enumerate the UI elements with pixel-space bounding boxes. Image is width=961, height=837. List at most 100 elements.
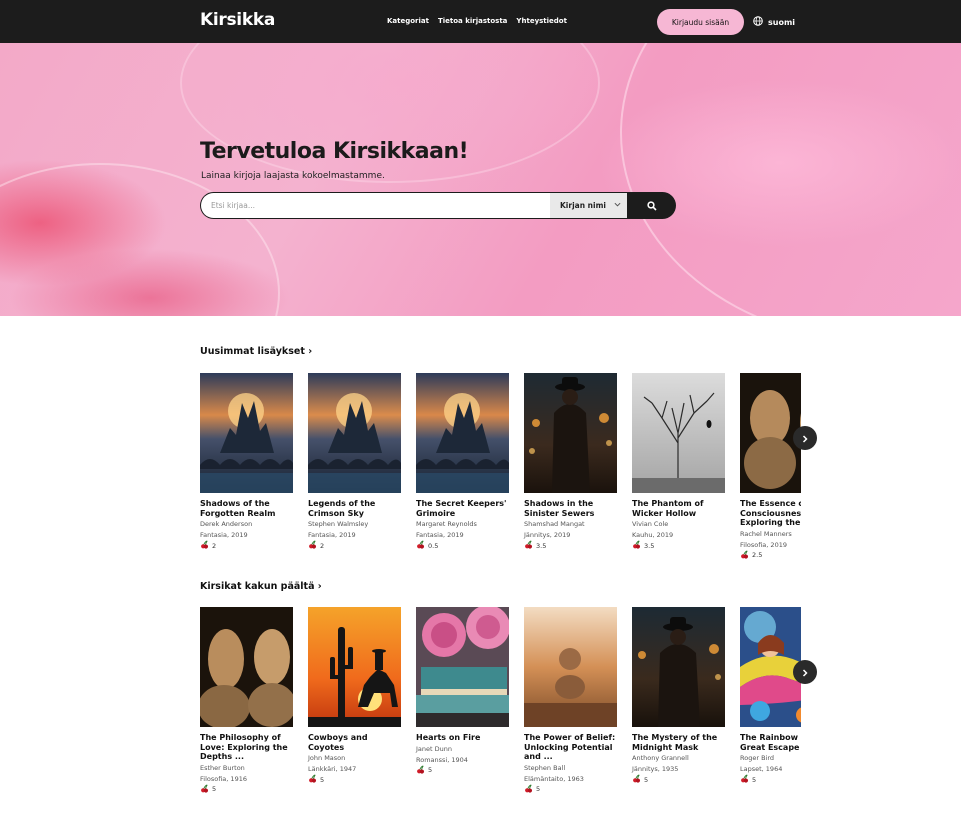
- book-rating: 2: [308, 540, 401, 552]
- book-author: Esther Burton: [200, 763, 245, 772]
- rating-value: 2: [320, 541, 325, 550]
- rating-value: 3.5: [644, 541, 655, 550]
- cherry-icon: [740, 774, 749, 786]
- book-cover[interactable]: [200, 373, 293, 493]
- globe-icon: [753, 16, 763, 28]
- book-cover[interactable]: [632, 607, 725, 727]
- book-author: Janet Dunn: [416, 744, 452, 753]
- book-title[interactable]: Hearts on Fire: [416, 733, 509, 743]
- book-title[interactable]: Cowboys and Coyotes: [308, 733, 401, 752]
- book-author: Stephen Ball: [524, 763, 566, 772]
- book-card[interactable]: Shadows of the Forgotten Realm Derek And…: [200, 373, 293, 552]
- book-card[interactable]: The Philosophy of Love: Exploring the De…: [200, 607, 293, 796]
- book-cover[interactable]: [200, 607, 293, 727]
- search-bar: Kirjan nimi: [200, 192, 676, 219]
- book-genre-year: Filosofia, 1916: [200, 774, 247, 783]
- book-cover[interactable]: [632, 373, 725, 493]
- book-genre-year: Filosofia, 2019: [740, 540, 787, 549]
- book-cover[interactable]: [416, 373, 509, 493]
- cherry-icon: [632, 774, 641, 786]
- book-rating: 5: [524, 783, 617, 796]
- book-author: Anthony Grannell: [632, 754, 689, 762]
- book-cover[interactable]: [524, 607, 617, 727]
- book-rating: 3.5: [632, 540, 725, 552]
- search-icon: [646, 196, 657, 215]
- cherry-icon: [308, 774, 317, 786]
- chevron-down-icon: [614, 201, 621, 210]
- book-carousel-newest: Shadows of the Forgotten Realm Derek And…: [200, 373, 801, 603]
- main-nav: Kategoriat Tietoa kirjastosta Yhteystied…: [387, 17, 567, 25]
- nav-link-about[interactable]: Tietoa kirjastosta: [438, 17, 507, 25]
- book-genre-year: Fantasia, 2019: [308, 531, 356, 539]
- search-button[interactable]: [627, 192, 676, 219]
- book-title[interactable]: Legends of the Crimson Sky: [308, 499, 401, 518]
- book-card[interactable]: Shadows in the Sinister Sewers Shamshad …: [524, 373, 617, 552]
- book-card[interactable]: The Essence of Consciousness: Exploring …: [740, 373, 801, 562]
- section-heading-top-picks[interactable]: Kirsikat kakun päältä ›: [200, 581, 322, 592]
- book-card[interactable]: The Mystery of the Midnight Mask Anthony…: [632, 607, 725, 786]
- book-cover[interactable]: [416, 607, 509, 727]
- book-title[interactable]: The Rainbow D Great Escape: [740, 733, 801, 752]
- book-cover[interactable]: [524, 373, 617, 493]
- book-rating: 3.5: [524, 540, 617, 552]
- book-author: John Mason: [308, 754, 346, 762]
- book-author: Stephen Walmsley: [308, 520, 369, 528]
- hero-swirl-decoration: [620, 43, 961, 316]
- book-cover[interactable]: [740, 607, 801, 727]
- cherry-icon: [524, 540, 533, 552]
- book-title[interactable]: The Essence of Consciousness: Exploring …: [740, 499, 801, 528]
- rating-value: 3.5: [536, 541, 547, 550]
- book-card[interactable]: The Rainbow D Great Escape Roger Bird La…: [740, 607, 801, 786]
- book-genre-year: Elämäntaito, 1963: [524, 774, 584, 783]
- book-genre-year: Jännitys, 1935: [632, 765, 679, 773]
- hero-banner: Tervetuloa Kirsikkaan! Lainaa kirjoja la…: [0, 43, 961, 316]
- book-card[interactable]: Legends of the Crimson Sky Stephen Walms…: [308, 373, 401, 552]
- section-heading-newest[interactable]: Uusimmat lisäykset ›: [200, 346, 312, 357]
- rating-value: 5: [428, 766, 433, 774]
- cherry-icon: [308, 540, 317, 552]
- rating-value: 0.5: [428, 541, 439, 550]
- book-rating: 2.5: [740, 549, 801, 562]
- carousel-next-button[interactable]: [793, 426, 817, 450]
- book-rating: 5: [740, 774, 801, 786]
- language-selector[interactable]: suomi: [753, 16, 795, 28]
- book-genre-year: Kauhu, 2019: [632, 531, 674, 539]
- carousel-next-button[interactable]: [793, 660, 817, 684]
- book-title[interactable]: Shadows of the Forgotten Realm: [200, 499, 293, 518]
- book-card[interactable]: The Secret Keepers' Grimoire Margaret Re…: [416, 373, 509, 552]
- book-author: Roger Bird: [740, 754, 775, 762]
- book-title[interactable]: The Mystery of the Midnight Mask: [632, 733, 725, 752]
- language-label: suomi: [768, 17, 796, 27]
- nav-link-contact[interactable]: Yhteystiedot: [516, 17, 567, 25]
- book-cover[interactable]: [308, 607, 401, 727]
- search-input[interactable]: [201, 193, 551, 218]
- book-cover[interactable]: [740, 373, 801, 493]
- login-button[interactable]: Kirjaudu sisään: [657, 9, 744, 35]
- cherry-icon: [200, 540, 209, 552]
- book-title[interactable]: The Philosophy of Love: Exploring the De…: [200, 733, 293, 762]
- book-card[interactable]: The Phantom of Wicker Hollow Vivian Cole…: [632, 373, 725, 552]
- book-card[interactable]: Hearts on Fire Janet Dunn Romanssi, 1904…: [416, 607, 509, 777]
- book-card[interactable]: Cowboys and Coyotes John Mason Länkkäri,…: [308, 607, 401, 786]
- book-genre-year: Lapset, 1964: [740, 765, 783, 773]
- hero-swirl-decoration: [0, 163, 280, 316]
- cherry-icon: [416, 764, 425, 777]
- book-title[interactable]: The Secret Keepers' Grimoire: [416, 499, 509, 518]
- book-card[interactable]: The Power of Belief: Unlocking Potential…: [524, 607, 617, 796]
- cherry-icon: [524, 783, 533, 796]
- book-author: Margaret Reynolds: [416, 520, 477, 528]
- book-cover[interactable]: [308, 373, 401, 493]
- rating-value: 2: [212, 541, 217, 550]
- book-title[interactable]: Shadows in the Sinister Sewers: [524, 499, 617, 518]
- nav-link-categories[interactable]: Kategoriat: [387, 17, 429, 25]
- book-carousel-top-picks: The Philosophy of Love: Exploring the De…: [200, 607, 801, 837]
- book-title[interactable]: The Power of Belief: Unlocking Potential…: [524, 733, 617, 762]
- book-rating: 5: [200, 783, 293, 796]
- book-title[interactable]: The Phantom of Wicker Hollow: [632, 499, 725, 518]
- site-logo[interactable]: Kirsikka: [200, 10, 275, 30]
- chevron-right-icon: [801, 431, 809, 446]
- cherry-icon: [200, 783, 209, 796]
- book-rating: 5: [416, 764, 509, 777]
- rating-value: 5: [212, 785, 217, 793]
- search-filter-select[interactable]: Kirjan nimi: [550, 193, 627, 218]
